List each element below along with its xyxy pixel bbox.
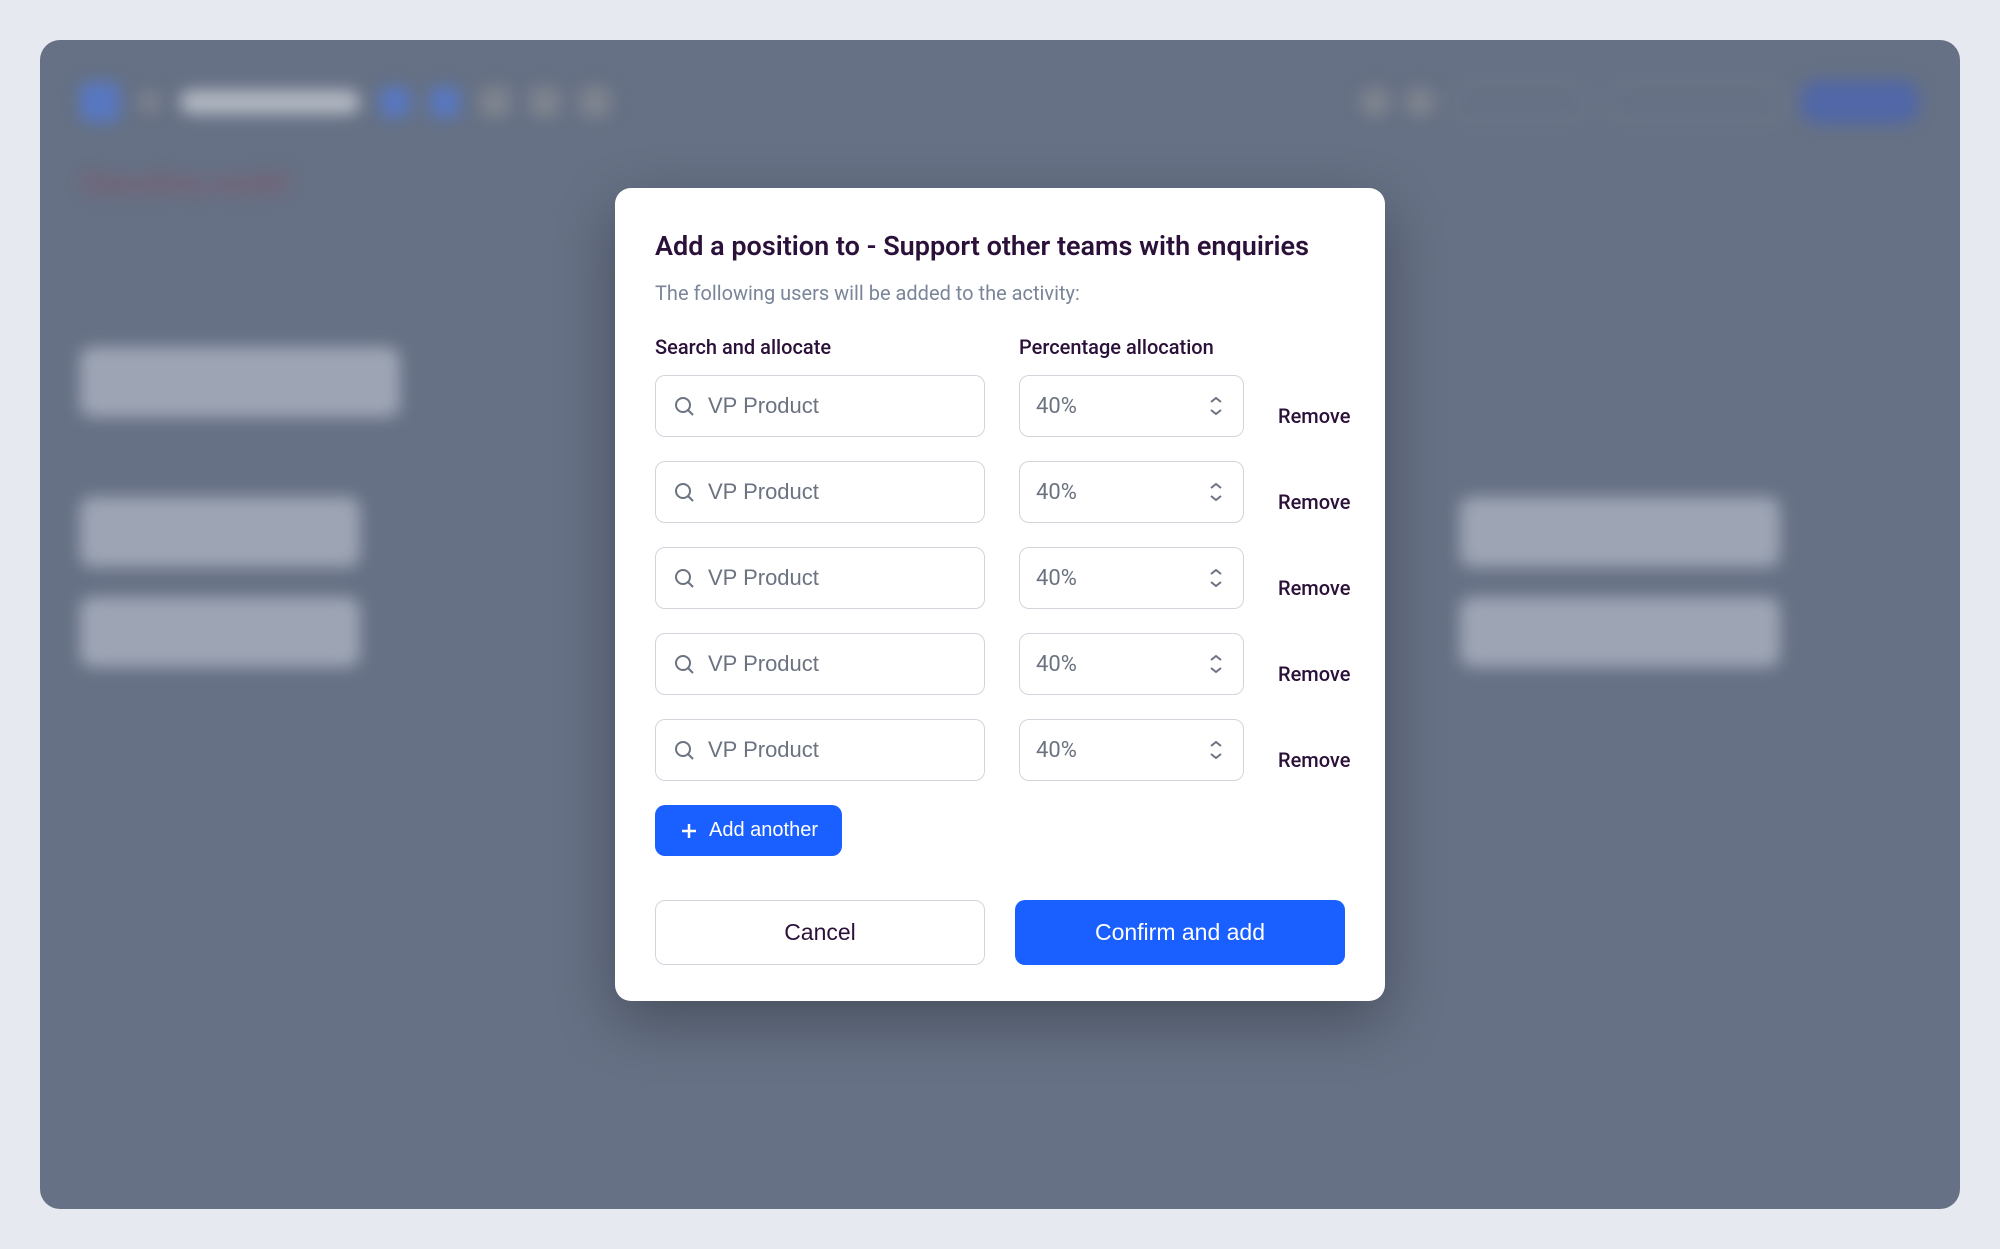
percentage-column-header: Percentage allocation [1019, 335, 1244, 359]
percentage-value: 40% [1036, 480, 1077, 505]
plus-icon [679, 821, 699, 841]
search-input[interactable] [708, 737, 968, 763]
percentage-input[interactable]: 40% [1019, 375, 1244, 437]
stepper-icon[interactable] [1209, 393, 1227, 419]
confirm-button[interactable]: Confirm and add [1015, 900, 1345, 965]
add-position-modal: Add a position to - Support other teams … [615, 188, 1385, 1002]
search-input-wrapper[interactable] [655, 633, 985, 695]
modal-subtitle: The following users will be added to the… [655, 281, 1345, 305]
stepper-icon[interactable] [1209, 565, 1227, 591]
search-icon [672, 566, 696, 590]
modal-title: Add a position to - Support other teams … [655, 228, 1345, 266]
search-input-wrapper[interactable] [655, 547, 985, 609]
search-input[interactable] [708, 479, 968, 505]
percentage-value: 40% [1036, 652, 1077, 677]
stepper-icon[interactable] [1209, 651, 1227, 677]
search-icon [672, 738, 696, 762]
add-another-button[interactable]: Add another [655, 805, 842, 856]
search-column-header: Search and allocate [655, 335, 985, 359]
stepper-icon[interactable] [1209, 479, 1227, 505]
percentage-value: 40% [1036, 394, 1077, 419]
search-input[interactable] [708, 393, 968, 419]
remove-button[interactable]: Remove [1278, 576, 1350, 600]
search-icon [672, 652, 696, 676]
remove-button[interactable]: Remove [1278, 748, 1350, 772]
modal-overlay: Add a position to - Support other teams … [20, 20, 1980, 1229]
search-input-wrapper[interactable] [655, 461, 985, 523]
search-icon [672, 480, 696, 504]
search-input[interactable] [708, 565, 968, 591]
allocation-row: 40% Remove [655, 547, 1345, 609]
cancel-button[interactable]: Cancel [655, 900, 985, 965]
search-icon [672, 394, 696, 418]
add-another-label: Add another [709, 819, 818, 842]
column-headers: Search and allocate Percentage allocatio… [655, 335, 1345, 359]
percentage-input[interactable]: 40% [1019, 633, 1244, 695]
allocation-row: 40% Remove [655, 461, 1345, 523]
remove-button[interactable]: Remove [1278, 404, 1350, 428]
allocation-row: 40% Remove [655, 375, 1345, 437]
allocation-row: 40% Remove [655, 719, 1345, 781]
percentage-value: 40% [1036, 566, 1077, 591]
modal-footer: Cancel Confirm and add [655, 900, 1345, 965]
search-input-wrapper[interactable] [655, 719, 985, 781]
app-frame: Operating model Add a position to - Supp… [20, 20, 1980, 1229]
stepper-icon[interactable] [1209, 737, 1227, 763]
percentage-input[interactable]: 40% [1019, 547, 1244, 609]
search-input-wrapper[interactable] [655, 375, 985, 437]
percentage-value: 40% [1036, 738, 1077, 763]
remove-button[interactable]: Remove [1278, 662, 1350, 686]
percentage-input[interactable]: 40% [1019, 461, 1244, 523]
allocation-row: 40% Remove [655, 633, 1345, 695]
percentage-input[interactable]: 40% [1019, 719, 1244, 781]
remove-button[interactable]: Remove [1278, 490, 1350, 514]
search-input[interactable] [708, 651, 968, 677]
